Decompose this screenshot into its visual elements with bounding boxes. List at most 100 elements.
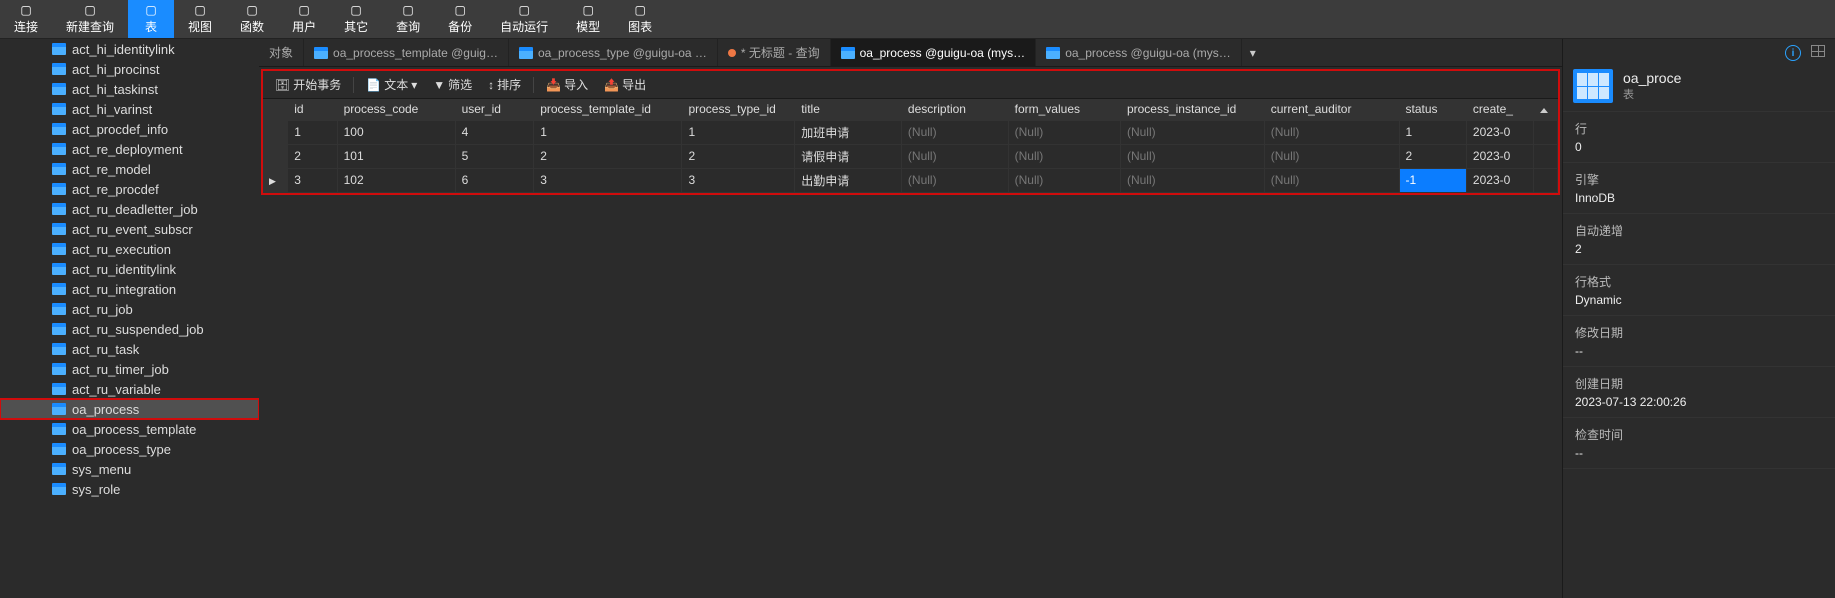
column-description[interactable]: description [901, 99, 1008, 120]
column-process_code[interactable]: process_code [337, 99, 455, 120]
cell-process_instance_id[interactable]: (Null) [1120, 120, 1264, 144]
cell-create_[interactable]: 2023-0 [1466, 120, 1533, 144]
tree-item-sys_role[interactable]: sys_role [0, 479, 259, 499]
table-row[interactable]: 2101522请假申请(Null)(Null)(Null)(Null)22023… [263, 144, 1558, 168]
tab[interactable]: oa_process_type @guigu-oa … [509, 39, 718, 66]
scroll-up-icon[interactable] [1540, 108, 1548, 113]
cell-process_instance_id[interactable]: (Null) [1120, 144, 1264, 168]
cell-status[interactable]: -1 [1399, 168, 1466, 192]
tree-item-oa_process_template[interactable]: oa_process_template [0, 419, 259, 439]
tree-item-act_re_model[interactable]: act_re_model [0, 159, 259, 179]
tree-item-act_re_procdef[interactable]: act_re_procdef [0, 179, 259, 199]
tree-item-act_ru_timer_job[interactable]: act_ru_timer_job [0, 359, 259, 379]
tree-item-sys_menu[interactable]: sys_menu [0, 459, 259, 479]
cell-current_auditor[interactable]: (Null) [1264, 120, 1399, 144]
tabs-dropdown[interactable]: ▾ [1242, 39, 1264, 66]
column-user_id[interactable]: user_id [455, 99, 534, 120]
import-button[interactable]: 📥 导入 [542, 74, 592, 95]
cell-status[interactable]: 2 [1399, 144, 1466, 168]
tree-item-act_hi_identitylink[interactable]: act_hi_identitylink [0, 39, 259, 59]
toolbar-视图[interactable]: ▢视图 [174, 0, 226, 38]
tree-item-act_hi_procinst[interactable]: act_hi_procinst [0, 59, 259, 79]
tree-item-act_ru_identitylink[interactable]: act_ru_identitylink [0, 259, 259, 279]
tab[interactable]: oa_process @guigu-oa (mys… [831, 39, 1037, 66]
toolbar-函数[interactable]: ▢函数 [226, 0, 278, 38]
cell-process_type_id[interactable]: 1 [682, 120, 795, 144]
cell-form_values[interactable]: (Null) [1008, 168, 1120, 192]
cell-process_code[interactable]: 101 [337, 144, 455, 168]
toolbar-新建查询[interactable]: ▢新建查询 [52, 0, 128, 38]
column-id[interactable]: id [288, 99, 337, 120]
table-row[interactable]: 1100411加班申请(Null)(Null)(Null)(Null)12023… [263, 120, 1558, 144]
info-icon[interactable]: i [1785, 45, 1801, 61]
toolbar-模型[interactable]: ▢模型 [562, 0, 614, 38]
cell-process_template_id[interactable]: 3 [534, 168, 682, 192]
tree-item-act_ru_integration[interactable]: act_ru_integration [0, 279, 259, 299]
tree-item-act_ru_job[interactable]: act_ru_job [0, 299, 259, 319]
column-process_instance_id[interactable]: process_instance_id [1120, 99, 1264, 120]
cell-id[interactable]: 1 [288, 120, 337, 144]
cell-process_instance_id[interactable]: (Null) [1120, 168, 1264, 192]
cell-title[interactable]: 出勤申请 [795, 168, 902, 192]
cell-user_id[interactable]: 4 [455, 120, 534, 144]
cell-description[interactable]: (Null) [901, 168, 1008, 192]
tree-item-act_procdef_info[interactable]: act_procdef_info [0, 119, 259, 139]
toolbar-连接[interactable]: ▢连接 [0, 0, 52, 38]
begin-transaction-button[interactable]: 🗄 开始事务 [271, 74, 345, 95]
tree-item-act_ru_suspended_job[interactable]: act_ru_suspended_job [0, 319, 259, 339]
cell-description[interactable]: (Null) [901, 144, 1008, 168]
filter-button[interactable]: ▼ 筛选 [429, 74, 476, 95]
table-row[interactable]: 3102633出勤申请(Null)(Null)(Null)(Null)-1202… [263, 168, 1558, 192]
cell-form_values[interactable]: (Null) [1008, 120, 1120, 144]
tree-item-act_ru_event_subscr[interactable]: act_ru_event_subscr [0, 219, 259, 239]
toolbar-自动运行[interactable]: ▢自动运行 [486, 0, 562, 38]
cell-user_id[interactable]: 5 [455, 144, 534, 168]
cell-process_type_id[interactable]: 3 [682, 168, 795, 192]
cell-create_[interactable]: 2023-0 [1466, 168, 1533, 192]
tree-item-oa_process[interactable]: oa_process [0, 399, 259, 419]
tree-item-act_ru_execution[interactable]: act_ru_execution [0, 239, 259, 259]
cell-process_code[interactable]: 102 [337, 168, 455, 192]
toolbar-其它[interactable]: ▢其它 [330, 0, 382, 38]
grid-icon[interactable] [1811, 45, 1825, 57]
column-process_type_id[interactable]: process_type_id [682, 99, 795, 120]
text-button[interactable]: 📄 文本 ▾ [362, 74, 421, 95]
toolbar-表[interactable]: ▢表 [128, 0, 174, 38]
tab[interactable]: 对象 [259, 39, 304, 66]
cell-process_type_id[interactable]: 2 [682, 144, 795, 168]
cell-process_code[interactable]: 100 [337, 120, 455, 144]
column-title[interactable]: title [795, 99, 902, 120]
tree-item-act_ru_deadletter_job[interactable]: act_ru_deadletter_job [0, 199, 259, 219]
export-button[interactable]: 📤 导出 [600, 74, 650, 95]
tree-item-act_hi_varinst[interactable]: act_hi_varinst [0, 99, 259, 119]
tree-item-act_ru_task[interactable]: act_ru_task [0, 339, 259, 359]
tree-item-act_re_deployment[interactable]: act_re_deployment [0, 139, 259, 159]
cell-status[interactable]: 1 [1399, 120, 1466, 144]
sort-button[interactable]: ↕ 排序 [484, 74, 525, 95]
tree-item-act_ru_variable[interactable]: act_ru_variable [0, 379, 259, 399]
column-create_[interactable]: create_ [1466, 99, 1533, 120]
column-status[interactable]: status [1399, 99, 1466, 120]
column-form_values[interactable]: form_values [1008, 99, 1120, 120]
cell-create_[interactable]: 2023-0 [1466, 144, 1533, 168]
toolbar-图表[interactable]: ▢图表 [614, 0, 666, 38]
toolbar-备份[interactable]: ▢备份 [434, 0, 486, 38]
cell-current_auditor[interactable]: (Null) [1264, 168, 1399, 192]
cell-title[interactable]: 请假申请 [795, 144, 902, 168]
cell-process_template_id[interactable]: 2 [534, 144, 682, 168]
tab[interactable]: * 无标题 - 查询 [718, 39, 831, 66]
column-current_auditor[interactable]: current_auditor [1264, 99, 1399, 120]
toolbar-查询[interactable]: ▢查询 [382, 0, 434, 38]
cell-process_template_id[interactable]: 1 [534, 120, 682, 144]
cell-form_values[interactable]: (Null) [1008, 144, 1120, 168]
tree-item-oa_process_type[interactable]: oa_process_type [0, 439, 259, 459]
tree-item-act_hi_taskinst[interactable]: act_hi_taskinst [0, 79, 259, 99]
column-process_template_id[interactable]: process_template_id [534, 99, 682, 120]
toolbar-用户[interactable]: ▢用户 [278, 0, 330, 38]
cell-title[interactable]: 加班申请 [795, 120, 902, 144]
data-grid[interactable]: idprocess_codeuser_idprocess_template_id… [263, 99, 1558, 193]
cell-user_id[interactable]: 6 [455, 168, 534, 192]
tab[interactable]: oa_process @guigu-oa (mys… [1036, 39, 1242, 66]
cell-current_auditor[interactable]: (Null) [1264, 144, 1399, 168]
cell-description[interactable]: (Null) [901, 120, 1008, 144]
